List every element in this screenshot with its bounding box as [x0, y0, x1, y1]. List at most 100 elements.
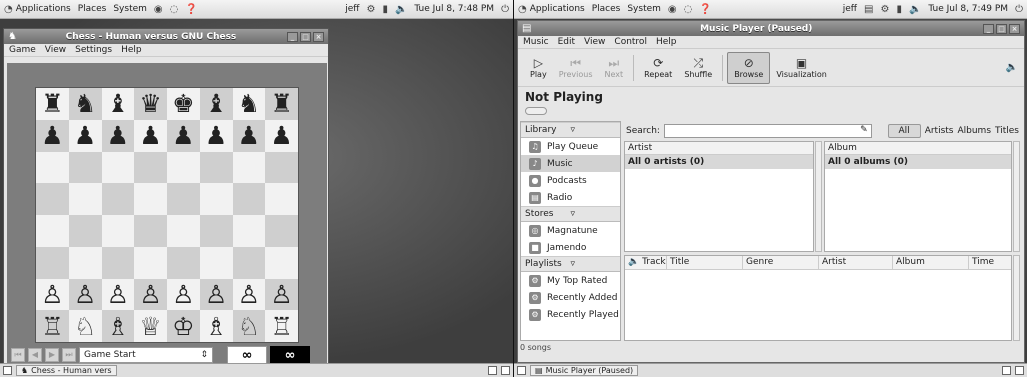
board-square[interactable]: [167, 183, 200, 215]
board-square[interactable]: [134, 151, 167, 184]
chess-piece[interactable]: ♖: [265, 310, 298, 342]
next-button[interactable]: ⏭ Next: [599, 52, 630, 84]
album-column-header[interactable]: Album: [825, 142, 1011, 155]
board-square[interactable]: [134, 246, 167, 279]
music-titlebar[interactable]: ▤ Music Player (Paused) _ □ ×: [518, 21, 1024, 36]
menu-view[interactable]: View: [584, 37, 605, 47]
board-square[interactable]: [265, 215, 298, 247]
chess-piece[interactable]: ♙: [36, 278, 69, 311]
board-square[interactable]: [134, 215, 167, 247]
close-icon[interactable]: ×: [313, 31, 324, 42]
seek-slider[interactable]: [525, 107, 547, 115]
menu-help[interactable]: Help: [121, 45, 142, 55]
last-move-icon[interactable]: ⏭: [62, 348, 76, 362]
maximize-icon[interactable]: □: [996, 23, 1007, 34]
chess-piece[interactable]: ♘: [232, 310, 266, 342]
column-time[interactable]: Time: [969, 256, 1011, 269]
search-input[interactable]: ✎: [663, 123, 872, 138]
next-move-icon[interactable]: ▶: [45, 348, 59, 362]
chess-piece[interactable]: ♗: [101, 310, 135, 342]
column-genre[interactable]: Genre: [743, 256, 819, 269]
chess-piece[interactable]: ♟: [68, 119, 102, 152]
first-move-icon[interactable]: ⏮: [11, 348, 25, 362]
taskbar-chess[interactable]: ♞ Chess - Human vers: [16, 365, 117, 376]
visualization-button[interactable]: ▣ Visualization: [770, 52, 833, 84]
sidebar-item-jamendo[interactable]: ■ Jamendo: [521, 239, 620, 256]
board-square[interactable]: [199, 246, 233, 279]
chess-piece[interactable]: ♙: [167, 278, 200, 311]
board-square[interactable]: [36, 151, 69, 184]
show-desktop-icon[interactable]: [517, 366, 526, 375]
help-icon[interactable]: ❓: [699, 4, 711, 15]
mail-icon[interactable]: ◌: [170, 4, 179, 15]
track-scrollbar[interactable]: [1013, 255, 1020, 341]
sidebar-item-radio[interactable]: ▤ Radio: [521, 189, 620, 206]
artist-scrollbar[interactable]: [815, 141, 822, 252]
board-square[interactable]: [134, 183, 167, 215]
chess-piece[interactable]: ♘: [68, 310, 102, 342]
system-menu[interactable]: System: [113, 4, 147, 14]
previous-button[interactable]: ⏮ Previous: [553, 52, 599, 84]
clock[interactable]: Tue Jul 8, 7:49 PM: [928, 4, 1008, 14]
chess-piece[interactable]: ♛: [134, 88, 167, 120]
board-square[interactable]: [232, 183, 266, 215]
chess-piece[interactable]: ♙: [199, 278, 233, 311]
column-artist[interactable]: Artist: [819, 256, 893, 269]
board-square[interactable]: [199, 151, 233, 184]
chess-piece[interactable]: ♟: [134, 119, 167, 152]
filter-artists-button[interactable]: Artists: [925, 126, 954, 136]
applications-menu[interactable]: ◔ Applications: [4, 4, 71, 15]
volume-icon[interactable]: 🔈: [909, 4, 921, 15]
chess-piece[interactable]: ♟: [101, 119, 135, 152]
window-menu-icon[interactable]: ▤: [522, 23, 531, 34]
board-square[interactable]: [101, 246, 135, 279]
trash-icon[interactable]: [1015, 366, 1024, 375]
board-square[interactable]: [101, 151, 135, 184]
board-square[interactable]: [68, 215, 102, 247]
board-square[interactable]: [265, 151, 298, 184]
user-name[interactable]: jeff: [345, 4, 359, 14]
library-header[interactable]: Library ▿: [521, 122, 620, 138]
chess-board[interactable]: ♜ ♞ ♝ ♛ ♚ ♝ ♞ ♜ ♟ ♟ ♟ ♟ ♟ ♟ ♟ ♟ ♙ ♙ ♙ ♙ ♙ ♙ ♙ ♙ ♖ ♘ ♗ ♕ ♔ ♗ ♘ ♖: [35, 87, 299, 343]
chess-piece[interactable]: ♜: [265, 88, 298, 120]
chess-piece[interactable]: ♟: [232, 119, 266, 152]
board-square[interactable]: [36, 215, 69, 247]
sidebar-item-magnatune[interactable]: ◎ Magnatune: [521, 222, 620, 239]
board-square[interactable]: [232, 151, 266, 184]
network-icon[interactable]: ⚙: [880, 4, 889, 15]
chess-piece[interactable]: ♙: [265, 278, 298, 311]
menu-control[interactable]: Control: [614, 37, 647, 47]
show-desktop-icon[interactable]: [3, 366, 12, 375]
board-square[interactable]: [68, 183, 102, 215]
sidebar-item-recently-played[interactable]: ⚙ Recently Played: [521, 306, 620, 323]
volume-icon[interactable]: 🔈: [395, 4, 407, 15]
power-icon[interactable]: ⏻: [501, 4, 509, 15]
chess-piece[interactable]: ♟: [265, 119, 298, 152]
menu-game[interactable]: Game: [9, 45, 36, 55]
chess-piece[interactable]: ♕: [134, 310, 167, 342]
window-menu-icon[interactable]: ♞: [8, 31, 17, 42]
sidebar-item-top-rated[interactable]: ⚙ My Top Rated: [521, 272, 620, 289]
board-square[interactable]: [167, 246, 200, 279]
board-square[interactable]: [101, 215, 135, 247]
column-album[interactable]: Album: [893, 256, 969, 269]
minimize-icon[interactable]: _: [287, 31, 298, 42]
board-square[interactable]: [265, 246, 298, 279]
chess-piece[interactable]: ♝: [101, 88, 135, 120]
maximize-icon[interactable]: □: [300, 31, 311, 42]
prev-move-icon[interactable]: ◀: [28, 348, 42, 362]
chess-piece[interactable]: ♙: [232, 278, 266, 311]
workspace-switcher[interactable]: [1002, 366, 1011, 375]
chess-piece[interactable]: ♞: [232, 88, 266, 120]
help-icon[interactable]: ❓: [185, 4, 197, 15]
filter-titles-button[interactable]: Titles: [995, 126, 1019, 136]
board-square[interactable]: [68, 246, 102, 279]
chess-piece[interactable]: ♙: [134, 278, 167, 311]
chess-piece[interactable]: ♖: [36, 310, 69, 342]
board-square[interactable]: [36, 246, 69, 279]
clock[interactable]: Tue Jul 8, 7:48 PM: [414, 4, 494, 14]
chess-titlebar[interactable]: ♞ Chess - Human versus GNU Chess _ □ ×: [4, 29, 328, 44]
board-square[interactable]: [68, 151, 102, 184]
places-menu[interactable]: Places: [78, 4, 107, 14]
menu-view[interactable]: View: [45, 45, 66, 55]
